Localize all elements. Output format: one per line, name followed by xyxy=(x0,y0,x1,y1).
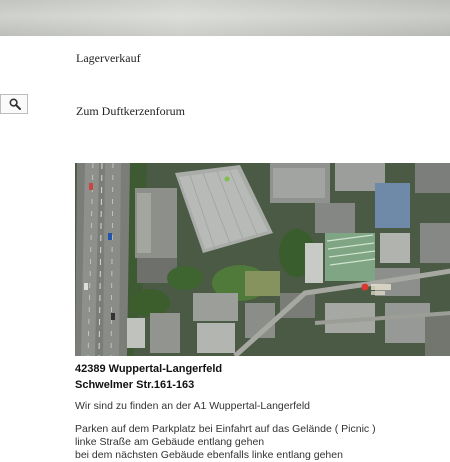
search-button[interactable] xyxy=(0,94,28,114)
location-satellite-map xyxy=(75,163,450,356)
search-field-edge xyxy=(0,34,1,64)
address-block: 42389 Wuppertal-Langerfeld Schwelmer Str… xyxy=(75,361,450,462)
directions-line: linke Straße am Gebäude entlang gehen xyxy=(75,436,265,448)
nav-link-duftkerzenforum[interactable]: Zum Duftkerzenforum xyxy=(76,104,185,119)
header-banner-overlay xyxy=(0,0,450,36)
address-line-city: 42389 Wuppertal-Langerfeld xyxy=(75,363,223,375)
nav-link-lagerverkauf[interactable]: Lagerverkauf xyxy=(76,51,141,66)
directions-line: bei dem nächsten Gebäude ebenfalls linke… xyxy=(75,449,343,461)
directions-line: Parken auf dem Parkplatz bei Einfahrt au… xyxy=(75,423,376,435)
search-icon xyxy=(9,98,21,110)
directions-intro: Wir sind zu finden an der A1 Wuppertal-L… xyxy=(75,400,311,412)
address-line-street: Schwelmer Str.161-163 xyxy=(75,379,195,391)
